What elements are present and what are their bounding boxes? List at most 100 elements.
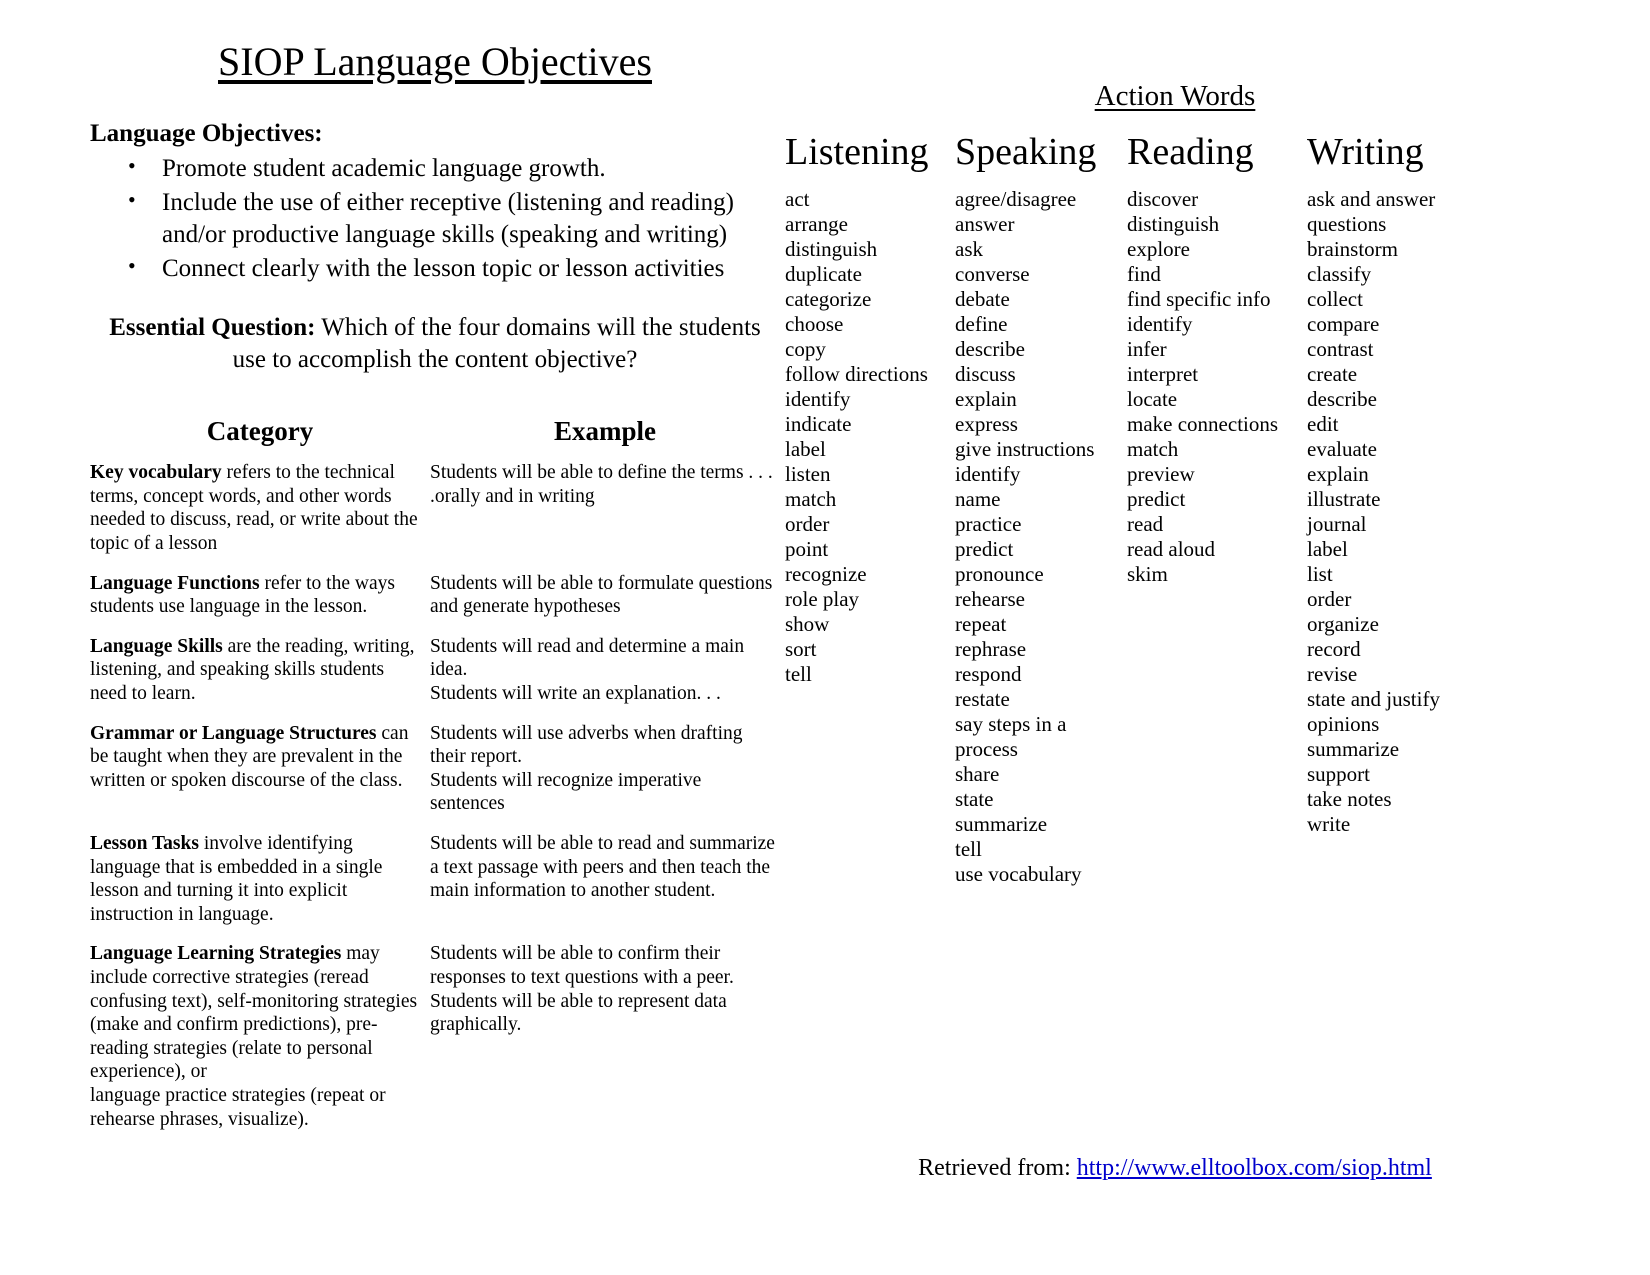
list-item: create <box>1307 361 1358 386</box>
list-item: indicate <box>785 411 852 436</box>
list-item: repeat <box>955 611 1007 636</box>
list-item: describe <box>955 336 1025 361</box>
list-item: compare <box>1307 311 1380 336</box>
category-term: Language Learning Strategies <box>90 943 342 965</box>
list-item: discover <box>1127 187 1199 211</box>
list-item: match <box>1127 436 1179 461</box>
list-item: opinions <box>1307 711 1380 736</box>
list-item: journal <box>1307 511 1367 536</box>
list-item-label: Promote student academic language growth… <box>162 155 606 183</box>
list-item: define <box>955 311 1008 336</box>
list-item: ask <box>955 236 983 261</box>
list-item: evaluate <box>1307 436 1377 461</box>
list-item: give instructions <box>955 436 1095 461</box>
action-words-title: Action Words <box>785 80 1565 113</box>
list-item: tell <box>785 661 812 686</box>
list-item: arrange <box>785 211 848 236</box>
table-row: Language Skills are the reading, writing… <box>90 635 780 706</box>
list-item: use vocabulary <box>955 861 1082 886</box>
list-item: recognize <box>785 561 867 586</box>
language-objectives-heading: Language Objectives: <box>90 120 323 147</box>
document-page: SIOP Language Objectives Language Object… <box>0 0 1650 1275</box>
list-item: sort <box>785 636 817 661</box>
list-item: order <box>785 511 830 536</box>
page-title: SIOP Language Objectives <box>90 40 780 84</box>
list-item: role play <box>785 586 860 611</box>
list-item: identify <box>1127 311 1193 336</box>
list-item: find specific info <box>1127 286 1271 311</box>
list-item: rehearse <box>955 586 1025 611</box>
list-item: answer <box>955 211 1015 236</box>
category-term: Key vocabulary <box>90 462 222 484</box>
list-item: interpret <box>1127 361 1199 386</box>
table-row: Lesson Tasks involve identifying languag… <box>90 832 780 926</box>
action-words-column-listening: Listening act arrange distinguish duplic… <box>785 133 955 887</box>
list-item: locate <box>1127 386 1178 411</box>
list-item: show <box>785 611 830 636</box>
list-item: share <box>955 761 1000 786</box>
list-item: make connections <box>1127 411 1279 436</box>
table-row: Grammar or Language Structures can be ta… <box>90 722 780 816</box>
list-item: agree/disagree <box>955 187 1077 211</box>
action-words-column-speaking: Speaking agree/disagree answer ask conve… <box>955 133 1127 887</box>
list-item: name <box>955 486 1001 511</box>
list-item: pronounce <box>955 561 1044 586</box>
example-cell: Students will use adverbs when drafting … <box>430 722 743 815</box>
page-title-text: SIOP Language Objectives <box>218 39 652 84</box>
list-item: listen <box>785 461 831 486</box>
list-item: take notes <box>1307 786 1392 811</box>
list-item: tell <box>955 836 982 861</box>
category-cell: Key vocabulary refers to the technical t… <box>90 461 430 555</box>
list-item: identify <box>955 461 1021 486</box>
word-list-reading: discover distinguish explore find find s… <box>1127 187 1307 587</box>
word-list-speaking: agree/disagree answer ask converse debat… <box>955 187 1127 887</box>
list-item-label: Include the use of either receptive (lis… <box>162 189 734 248</box>
list-item: read <box>1127 511 1164 536</box>
bullet-icon: • <box>128 153 136 179</box>
example-cell: Students will be able to confirm their r… <box>430 943 734 1036</box>
list-item: state and justify <box>1307 686 1440 711</box>
list-item: predict <box>1127 486 1186 511</box>
list-item: explore <box>1127 236 1190 261</box>
column-header-category: Category <box>206 416 314 447</box>
example-cell: Students will be able to define the term… <box>430 462 773 507</box>
left-column: SIOP Language Objectives Language Object… <box>90 40 780 1147</box>
list-item: write <box>1307 811 1351 836</box>
list-item: support <box>1307 761 1370 786</box>
list-item-label: Connect clearly with the lesson topic or… <box>162 254 725 282</box>
source-attribution: Retrieved from: http://www.elltoolbox.co… <box>785 1155 1565 1182</box>
list-item: brainstorm <box>1307 236 1398 261</box>
list-item: illustrate <box>1307 486 1381 511</box>
bullet-icon: • <box>128 252 136 278</box>
list-item: order <box>1307 586 1352 611</box>
word-list-writing: ask and answer questions brainstorm clas… <box>1307 187 1487 837</box>
word-list-listening: act arrange distinguish duplicate catego… <box>785 187 955 687</box>
list-item: express <box>955 411 1018 436</box>
list-item: summarize <box>1307 736 1400 761</box>
list-item: label <box>1307 536 1348 561</box>
category-term: Lesson Tasks <box>90 832 199 854</box>
essential-question-label: Essential Question: <box>109 314 316 342</box>
list-item: duplicate <box>785 261 862 286</box>
list-item: summarize <box>955 811 1048 836</box>
list-item: edit <box>1307 411 1339 436</box>
list-item: contrast <box>1307 336 1374 361</box>
list-item: identify <box>785 386 851 411</box>
list-item: rephrase <box>955 636 1027 661</box>
example-cell: Students will be able to formulate quest… <box>430 572 773 618</box>
column-heading-listening: Listening <box>785 131 929 173</box>
list-item: distinguish <box>785 236 878 261</box>
list-item: find <box>1127 261 1161 286</box>
category-table-header: Category Example <box>90 416 780 447</box>
column-heading-writing: Writing <box>1307 131 1424 173</box>
source-link[interactable]: http://www.elltoolbox.com/siop.html <box>1077 1155 1432 1181</box>
table-row: Language Functions refer to the ways stu… <box>90 572 780 619</box>
list-item: explain <box>1307 461 1369 486</box>
list-item: choose <box>785 311 844 336</box>
column-heading-reading: Reading <box>1127 131 1254 173</box>
list-item: respond <box>955 661 1022 686</box>
list-item: practice <box>955 511 1022 536</box>
category-cell: Grammar or Language Structures can be ta… <box>90 722 430 816</box>
column-header-example: Example <box>553 416 656 447</box>
category-cell: Language Functions refer to the ways stu… <box>90 572 430 619</box>
